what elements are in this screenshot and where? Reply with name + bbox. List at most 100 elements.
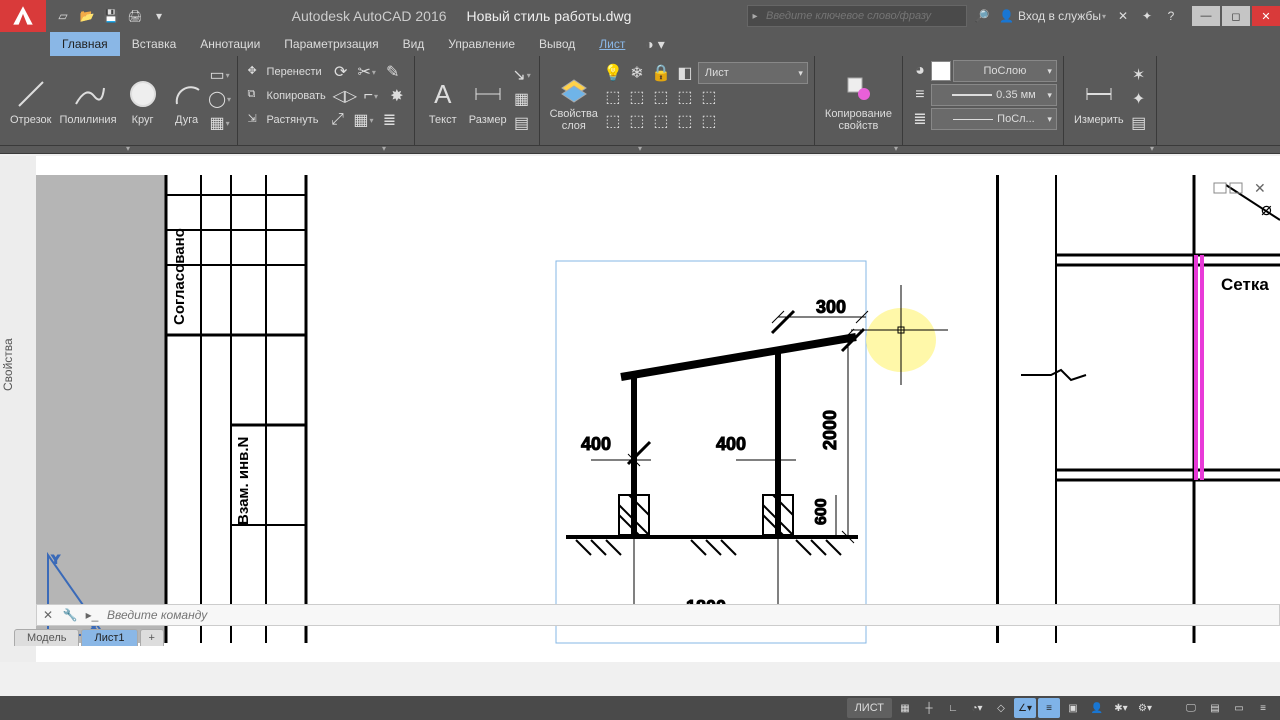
lineweight-icon[interactable]: ≡ xyxy=(909,84,931,106)
properties-palette-tab[interactable]: Свойства xyxy=(1,338,15,391)
new-icon[interactable]: ▱ xyxy=(52,5,74,27)
linetype-icon[interactable]: ≣ xyxy=(909,108,931,130)
exchange-icon[interactable]: ✕ xyxy=(1112,5,1134,27)
status-gear-icon[interactable]: ⚙▾ xyxy=(1134,698,1156,718)
tab-parametric[interactable]: Параметризация xyxy=(272,32,390,56)
tool-move[interactable]: ✥Перенести xyxy=(244,61,326,83)
open-icon[interactable]: 📂 xyxy=(76,5,98,27)
tab-view[interactable]: Вид xyxy=(391,32,437,56)
plot-icon[interactable]: 🖨 xyxy=(124,5,146,27)
tool-mtext[interactable]: ▤ xyxy=(511,112,533,134)
status-polar-icon[interactable]: ◔▾ xyxy=(966,698,988,718)
color-selector[interactable]: ПоСлою▾ xyxy=(953,60,1057,82)
layer-tool-3[interactable]: ⬚ xyxy=(650,86,672,108)
tool-leader[interactable]: ↘▾ xyxy=(511,64,533,86)
tab-manage[interactable]: Управление xyxy=(436,32,527,56)
tab-extras[interactable]: ◑ ▾ xyxy=(645,32,664,56)
save-icon[interactable]: 💾 xyxy=(100,5,122,27)
tool-paste[interactable]: ▤ xyxy=(1128,112,1150,134)
layer-tool-10[interactable]: ⬚ xyxy=(698,110,720,132)
tool-array[interactable]: ▦▾ xyxy=(352,109,374,131)
app-logo[interactable] xyxy=(0,0,46,32)
tool-measure[interactable]: Измерить xyxy=(1070,60,1128,142)
tool-scale[interactable]: ⤢ xyxy=(326,109,348,131)
minimize-button[interactable]: — xyxy=(1192,6,1220,26)
status-grid-icon[interactable]: ▦ xyxy=(894,698,916,718)
maximize-button[interactable]: ◻ xyxy=(1222,6,1250,26)
cmdline-wrench-icon[interactable]: 🔧 xyxy=(59,608,81,622)
layer-tool-8[interactable]: ⬚ xyxy=(650,110,672,132)
cmdline-close-icon[interactable]: ✕ xyxy=(37,608,59,622)
tool-rotate[interactable]: ⟳ xyxy=(330,61,352,83)
linetype-selector[interactable]: ПоСл...▾ xyxy=(931,108,1057,130)
tool-trim[interactable]: ✂▾ xyxy=(356,61,378,83)
panel-handle[interactable]: ▾ xyxy=(256,146,512,153)
tool-rect[interactable]: ▭▾ xyxy=(209,64,231,86)
layer-lock-icon[interactable]: 🔒 xyxy=(650,62,672,84)
app-store-icon[interactable]: ✦ xyxy=(1136,5,1158,27)
tool-select[interactable]: ✦ xyxy=(1128,88,1150,110)
tab-model[interactable]: Модель xyxy=(14,629,79,646)
status-custom-icon[interactable]: ≡ xyxy=(1252,698,1274,718)
status-otrack-icon[interactable]: ∠▾ xyxy=(1014,698,1036,718)
tool-stretch[interactable]: ⇲Растянуть xyxy=(244,109,323,131)
layer-tool-2[interactable]: ⬚ xyxy=(626,86,648,108)
command-line[interactable]: ✕ 🔧 ▸_ xyxy=(36,604,1280,626)
command-input[interactable] xyxy=(103,608,1279,622)
layer-tool-1[interactable]: ⬚ xyxy=(602,86,624,108)
status-osnap-icon[interactable]: ◇ xyxy=(990,698,1012,718)
layer-freeze-icon[interactable]: ❄ xyxy=(626,62,648,84)
status-ortho-icon[interactable]: ∟ xyxy=(942,698,964,718)
tool-dimension[interactable]: Размер xyxy=(465,60,511,142)
infocenter-icon[interactable]: 🔎 xyxy=(971,5,993,27)
tool-circle[interactable]: Круг xyxy=(121,60,165,142)
tool-arc[interactable]: Дуга xyxy=(165,60,209,142)
tab-home[interactable]: Главная xyxy=(50,32,120,56)
status-trans-icon[interactable]: ▣ xyxy=(1062,698,1084,718)
tool-explode[interactable]: ✸ xyxy=(386,85,408,107)
layer-tool-7[interactable]: ⬚ xyxy=(626,110,648,132)
panel-handle[interactable]: ▾ xyxy=(0,146,256,153)
status-space[interactable]: ЛИСТ xyxy=(847,698,892,718)
qat-dropdown-icon[interactable]: ▾ xyxy=(148,5,170,27)
tool-hatch[interactable]: ▦▾ xyxy=(209,112,231,134)
search-box[interactable]: ▸ xyxy=(747,5,967,27)
tool-point[interactable]: ✶ xyxy=(1128,64,1150,86)
signin-button[interactable]: 👤Вход в службы▾ xyxy=(995,9,1110,23)
close-button[interactable]: ✕ xyxy=(1252,6,1280,26)
layer-tool-6[interactable]: ⬚ xyxy=(602,110,624,132)
help-icon[interactable]: ? xyxy=(1160,5,1182,27)
tool-polyline[interactable]: Полилиния xyxy=(55,60,120,142)
color-wheel-icon[interactable]: ◕ xyxy=(909,60,931,82)
tool-fillet[interactable]: ⌐▾ xyxy=(360,85,382,107)
tab-add[interactable]: + xyxy=(140,629,164,646)
tool-erase[interactable]: ✎ xyxy=(382,61,404,83)
status-cyc-icon[interactable]: 👤 xyxy=(1086,698,1108,718)
tab-annotate[interactable]: Аннотации xyxy=(188,32,272,56)
status-lw-icon[interactable]: ≡ xyxy=(1038,698,1060,718)
drawing-canvas[interactable]: Согласовано Взам. инв.N xyxy=(36,156,1280,662)
status-clean-icon[interactable]: ▭ xyxy=(1228,698,1250,718)
tool-layer-properties[interactable]: Свойства слоя xyxy=(546,60,602,142)
tool-mirror[interactable]: ◁▷ xyxy=(334,85,356,107)
layer-tool-9[interactable]: ⬚ xyxy=(674,110,696,132)
status-ann-icon[interactable]: ✱▾ xyxy=(1110,698,1132,718)
tab-insert[interactable]: Вставка xyxy=(120,32,189,56)
panel-handle[interactable]: ▾ xyxy=(512,146,768,153)
tool-ellipse[interactable]: ◯▾ xyxy=(209,88,231,110)
tool-line[interactable]: Отрезок xyxy=(6,60,55,142)
tool-text[interactable]: A Текст xyxy=(421,60,465,142)
lineweight-selector[interactable]: 0.35 мм▾ xyxy=(931,84,1057,106)
tool-matchprops[interactable]: Копирование свойств xyxy=(821,60,896,142)
status-hw-icon[interactable]: 🖵 xyxy=(1180,698,1202,718)
layer-color-icon[interactable]: ◧ xyxy=(674,62,696,84)
status-iso-icon[interactable]: ▤ xyxy=(1204,698,1226,718)
layer-tool-5[interactable]: ⬚ xyxy=(698,86,720,108)
layer-on-icon[interactable]: 💡 xyxy=(602,62,624,84)
tab-output[interactable]: Вывод xyxy=(527,32,587,56)
tool-table[interactable]: ▦ xyxy=(511,88,533,110)
layer-selector[interactable]: Лист▾ xyxy=(698,62,808,84)
tool-offset[interactable]: ≣ xyxy=(378,109,400,131)
tool-copy[interactable]: ⧉Копировать xyxy=(244,85,330,107)
layer-tool-4[interactable]: ⬚ xyxy=(674,86,696,108)
